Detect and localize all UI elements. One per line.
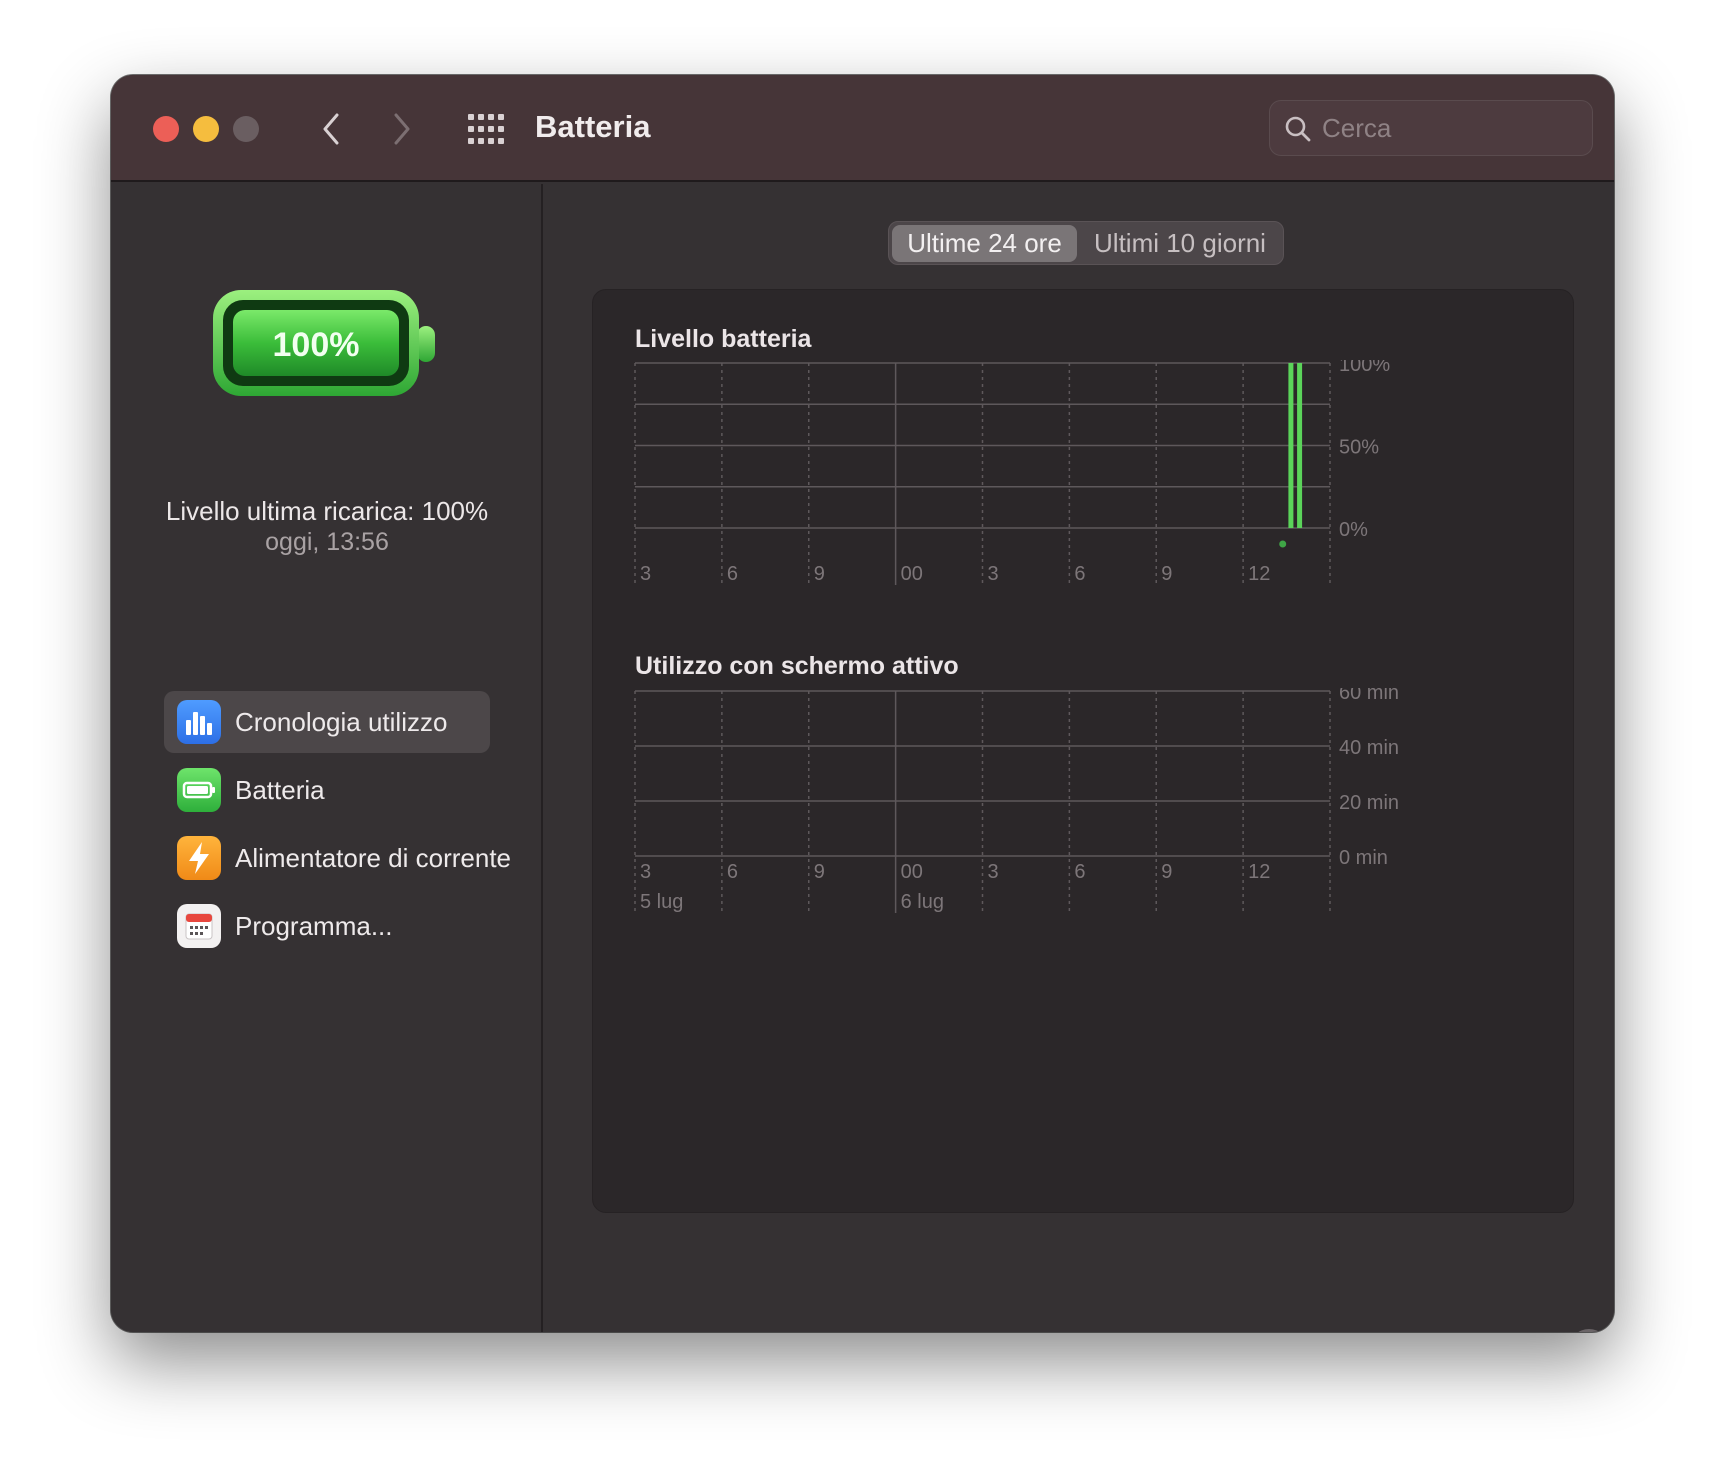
x-tick-label: 12 [1248, 861, 1270, 883]
last-charge-label: Livello ultima ricarica: 100% [165, 496, 489, 526]
x-tick-label: 6 [727, 861, 738, 883]
tab-last-10-days[interactable]: Ultimi 10 giorni [1079, 225, 1281, 262]
sidebar-item-battery[interactable]: Batteria [164, 759, 490, 821]
forward-button[interactable] [380, 107, 424, 151]
title-bar: Batteria [111, 75, 1614, 182]
y-tick-label: 0% [1339, 519, 1368, 541]
y-tick-label: 60 min [1339, 688, 1399, 704]
x-tick-label: 9 [1161, 861, 1172, 883]
charts-panel: Livello batteria 3 6 9 00 3 6 9 12 100% 50% 0% Uti… [592, 289, 1574, 1213]
grid-icon [468, 114, 504, 144]
help-button[interactable]: ? [1569, 1329, 1609, 1332]
lightning-icon [177, 836, 221, 880]
x-tick-label: 9 [814, 861, 825, 883]
show-all-button[interactable] [465, 110, 507, 150]
battery-level-bar [1288, 363, 1294, 528]
x-tick-label: 3 [640, 861, 651, 883]
x-tick-label: 6 [727, 563, 738, 585]
zoom-button[interactable] [233, 116, 259, 142]
screen-usage-chart: 3 6 9 00 3 6 9 12 60 min 40 min 20 min 0 min 5 lug 6 … [634, 688, 1399, 913]
window-title: Batteria [535, 109, 651, 144]
time-range-segmented-control: Ultime 24 ore Ultimi 10 giorni [888, 221, 1284, 265]
sidebar-item-label: Cronologia utilizzo [235, 706, 448, 737]
calendar-icon [177, 904, 221, 948]
y-tick-label: 100% [1339, 360, 1390, 376]
sidebar-item-label: Alimentatore di corrente [235, 842, 512, 873]
x-tick-label: 00 [901, 563, 923, 585]
x-tick-label: 00 [901, 861, 923, 883]
sidebar-item-label: Programma... [235, 910, 393, 941]
main-content: Ultime 24 ore Ultimi 10 giorni Livello b… [545, 184, 1614, 1332]
sidebar: 100% Livello ultima ricarica: 100% oggi,… [111, 184, 543, 1332]
x-tick-label: 9 [814, 563, 825, 585]
search-input[interactable] [1322, 109, 1582, 147]
sidebar-item-schedule[interactable]: Programma... [164, 895, 490, 957]
sidebar-item-power-adapter[interactable]: Alimentatore di corrente [164, 827, 511, 889]
x-tick-label: 6 [1074, 861, 1085, 883]
sidebar-item-label: Batteria [235, 774, 325, 805]
screen-usage-chart-title: Utilizzo con schermo attivo [635, 652, 959, 680]
back-button[interactable] [309, 107, 353, 151]
battery-icon [177, 768, 221, 812]
chevron-right-icon [394, 113, 410, 145]
x-tick-label: 9 [1161, 563, 1172, 585]
battery-percent-text: 100% [273, 326, 360, 364]
x-tick-label: 12 [1248, 563, 1270, 585]
search-icon [1285, 116, 1311, 142]
date-label: 5 lug [640, 891, 683, 913]
bar-chart-icon [177, 700, 221, 744]
date-label: 6 lug [901, 891, 944, 913]
minimize-button[interactable] [193, 116, 219, 142]
battery-level-bar [1297, 363, 1303, 528]
battery-level-chart-title: Livello batteria [635, 325, 812, 353]
x-tick-label: 3 [640, 563, 651, 585]
x-tick-label: 3 [988, 861, 999, 883]
battery-level-indicator: 100% [211, 288, 441, 403]
chevron-left-icon [323, 113, 339, 145]
search-field[interactable] [1269, 100, 1593, 156]
preferences-window: Batteria Cerca 100% Livello ultima ricar… [111, 75, 1614, 1332]
charging-indicator-dot [1279, 540, 1287, 548]
tab-last-24-hours[interactable]: Ultime 24 ore [892, 225, 1077, 262]
last-charge-time: oggi, 13:56 [265, 528, 389, 556]
sidebar-item-usage-history[interactable]: Cronologia utilizzo [164, 691, 490, 753]
x-tick-label: 6 [1074, 563, 1085, 585]
y-tick-label: 50% [1339, 437, 1379, 459]
y-tick-label: 40 min [1339, 737, 1399, 759]
y-tick-label: 0 min [1339, 847, 1388, 869]
battery-level-chart: 3 6 9 00 3 6 9 12 100% 50% 0% [634, 360, 1390, 585]
close-button[interactable] [153, 116, 179, 142]
y-tick-label: 20 min [1339, 792, 1399, 814]
x-tick-label: 3 [988, 563, 999, 585]
